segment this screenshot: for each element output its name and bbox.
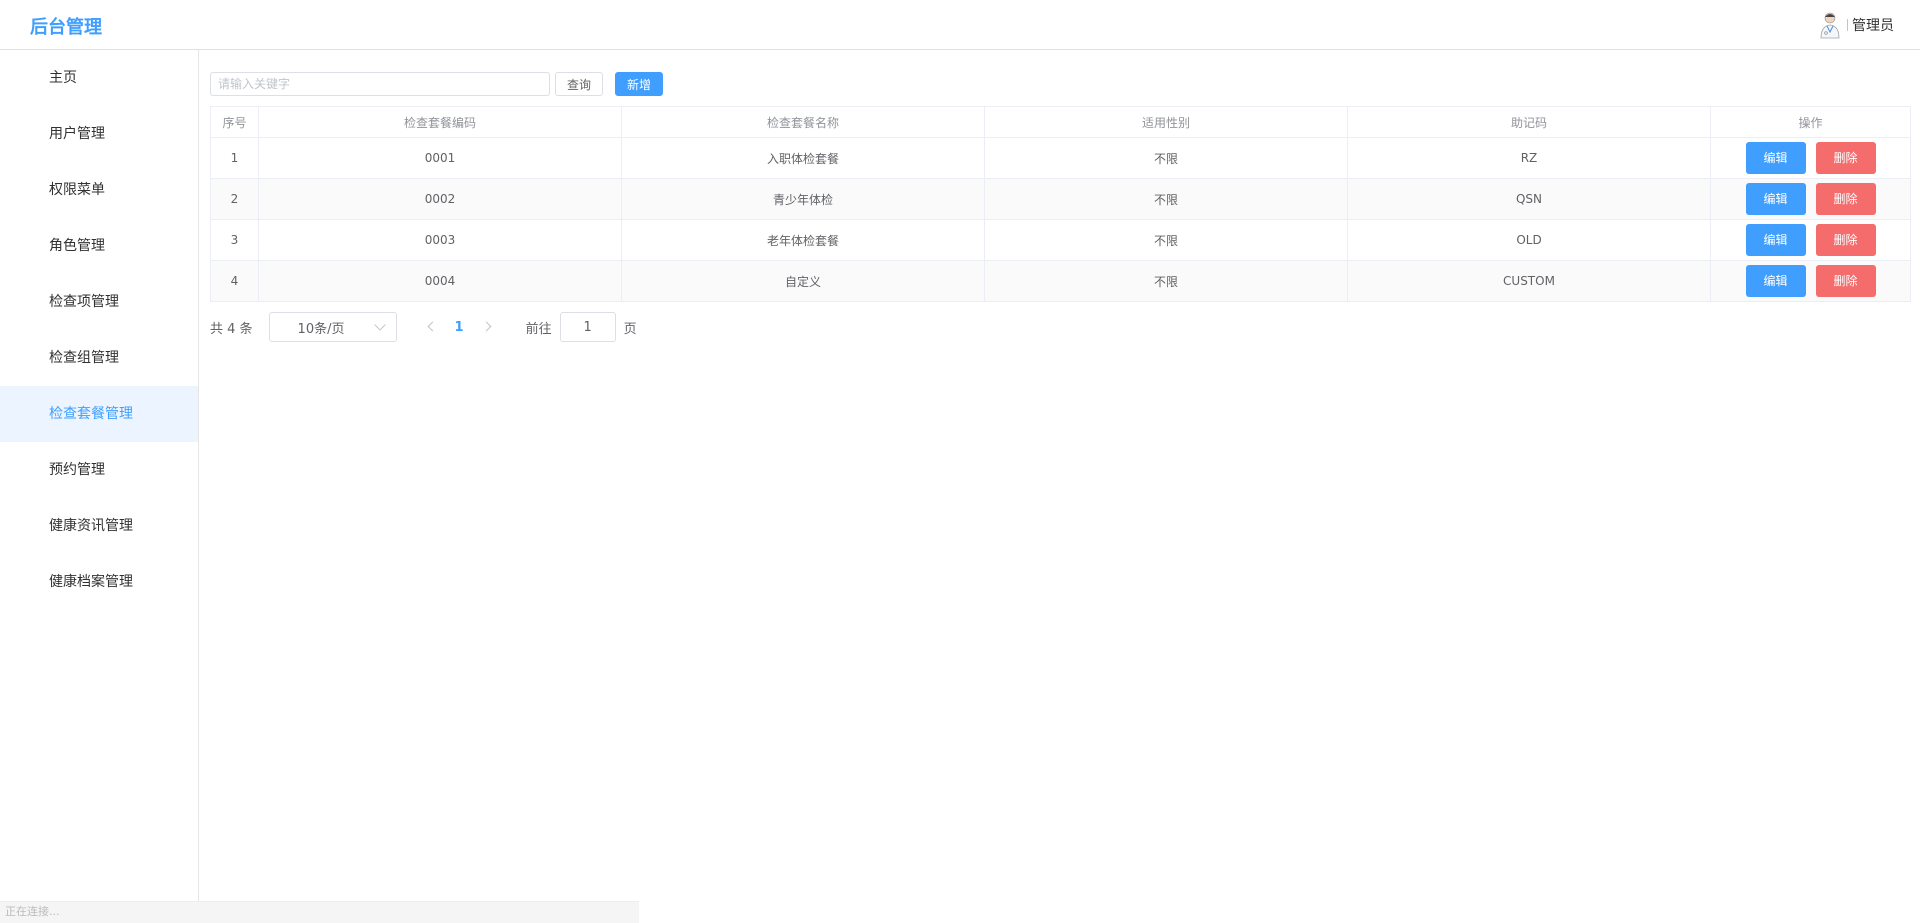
edit-button[interactable]: 编辑 <box>1745 142 1806 174</box>
cell-gender: 不限 <box>984 260 1348 302</box>
main-content: 查询 新增 序号 检查套餐编码 检查套餐名称 适用性别 助记码 操作 <box>200 50 1920 923</box>
goto-suffix: 页 <box>623 321 637 337</box>
table-header-row: 序号 检查套餐编码 检查套餐名称 适用性别 助记码 操作 <box>210 106 1911 138</box>
browser-status-bar: 正在连接... <box>0 901 639 923</box>
table-row: 4 0004 自定义 不限 CUSTOM 编辑 删除 <box>210 260 1911 302</box>
cell-code: 0003 <box>258 219 622 261</box>
delete-button[interactable]: 删除 <box>1815 183 1876 215</box>
goto-label: 前往 <box>525 321 552 337</box>
table-row: 3 0003 老年体检套餐 不限 OLD 编辑 删除 <box>210 219 1911 261</box>
doctor-avatar-icon[interactable] <box>1818 11 1842 39</box>
goto-page-input[interactable] <box>559 312 616 342</box>
add-button[interactable]: 新增 <box>615 72 664 96</box>
app-header: 后台管理 管理员 <box>0 0 1920 50</box>
sidebar-item-health-records[interactable]: 健康档案管理 <box>0 554 198 610</box>
page-size-value: 10条/页 <box>297 321 345 337</box>
chevron-left-icon[interactable] <box>423 319 439 335</box>
delete-button[interactable]: 删除 <box>1815 142 1876 174</box>
cell-actions: 编辑 删除 <box>1710 178 1911 220</box>
table-row: 2 0002 青少年体检 不限 QSN 编辑 删除 <box>210 178 1911 220</box>
cell-code: 0004 <box>258 260 622 302</box>
edit-button[interactable]: 编辑 <box>1745 224 1806 256</box>
cell-actions: 编辑 删除 <box>1710 219 1911 261</box>
cell-name: 青少年体检 <box>621 178 985 220</box>
sidebar-item-appointments[interactable]: 预约管理 <box>0 442 198 498</box>
search-input[interactable] <box>210 72 550 96</box>
sidebar-item-users[interactable]: 用户管理 <box>0 106 198 162</box>
cell-index: 4 <box>210 260 259 302</box>
cell-actions: 编辑 删除 <box>1710 137 1911 179</box>
cell-index: 1 <box>210 137 259 179</box>
chevron-right-icon[interactable] <box>480 319 496 335</box>
cell-mnemonic: QSN <box>1347 178 1711 220</box>
edit-button[interactable]: 编辑 <box>1745 265 1806 297</box>
delete-button[interactable]: 删除 <box>1815 265 1876 297</box>
column-header-index: 序号 <box>210 106 259 138</box>
cell-mnemonic: RZ <box>1347 137 1711 179</box>
chevron-down-icon <box>373 319 386 331</box>
cell-index: 2 <box>210 178 259 220</box>
column-header-name: 检查套餐名称 <box>621 106 985 138</box>
sidebar-item-check-packages[interactable]: 检查套餐管理 <box>0 386 198 442</box>
cell-code: 0001 <box>258 137 622 179</box>
app-title: 后台管理 <box>30 17 102 38</box>
cell-name: 老年体检套餐 <box>621 219 985 261</box>
page-size-select[interactable]: 10条/页 <box>268 312 397 342</box>
delete-button[interactable]: 删除 <box>1815 224 1876 256</box>
sidebar-item-roles[interactable]: 角色管理 <box>0 218 198 274</box>
edit-button[interactable]: 编辑 <box>1745 183 1806 215</box>
sidebar-item-check-groups[interactable]: 检查组管理 <box>0 330 198 386</box>
column-header-actions: 操作 <box>1710 106 1911 138</box>
cell-index: 3 <box>210 219 259 261</box>
sidebar-item-permission-menu[interactable]: 权限菜单 <box>0 162 198 218</box>
cell-gender: 不限 <box>984 137 1348 179</box>
sidebar-menu: 主页 用户管理 权限菜单 角色管理 检查项管理 检查组管理 检查套餐管理 预约管… <box>0 50 199 923</box>
cell-actions: 编辑 删除 <box>1710 260 1911 302</box>
search-toolbar: 查询 新增 <box>210 72 664 96</box>
sidebar-item-home[interactable]: 主页 <box>0 50 198 106</box>
column-header-gender: 适用性别 <box>984 106 1348 138</box>
column-header-code: 检查套餐编码 <box>258 106 622 138</box>
pager-current-page[interactable]: 1 <box>455 320 464 335</box>
pagination: 共 4 条 10条/页 1 前往 页 <box>210 312 637 342</box>
table-row: 1 0001 入职体检套餐 不限 RZ 编辑 删除 <box>210 137 1911 179</box>
column-header-mnemonic: 助记码 <box>1347 106 1711 138</box>
cell-name: 自定义 <box>621 260 985 302</box>
sidebar-item-check-items[interactable]: 检查项管理 <box>0 274 198 330</box>
sidebar-item-health-news[interactable]: 健康资讯管理 <box>0 498 198 554</box>
cell-gender: 不限 <box>984 178 1348 220</box>
cell-gender: 不限 <box>984 219 1348 261</box>
query-button[interactable]: 查询 <box>555 72 604 96</box>
package-table: 序号 检查套餐编码 检查套餐名称 适用性别 助记码 操作 1 0001 入职体检… <box>210 106 1911 302</box>
pagination-total: 共 4 条 <box>210 321 253 337</box>
cell-name: 入职体检套餐 <box>621 137 985 179</box>
user-menu[interactable]: 管理员 <box>1818 11 1894 39</box>
cell-mnemonic: OLD <box>1347 219 1711 261</box>
user-separator <box>1847 19 1848 31</box>
user-name[interactable]: 管理员 <box>1852 15 1894 35</box>
cell-mnemonic: CUSTOM <box>1347 260 1711 302</box>
cell-code: 0002 <box>258 178 622 220</box>
